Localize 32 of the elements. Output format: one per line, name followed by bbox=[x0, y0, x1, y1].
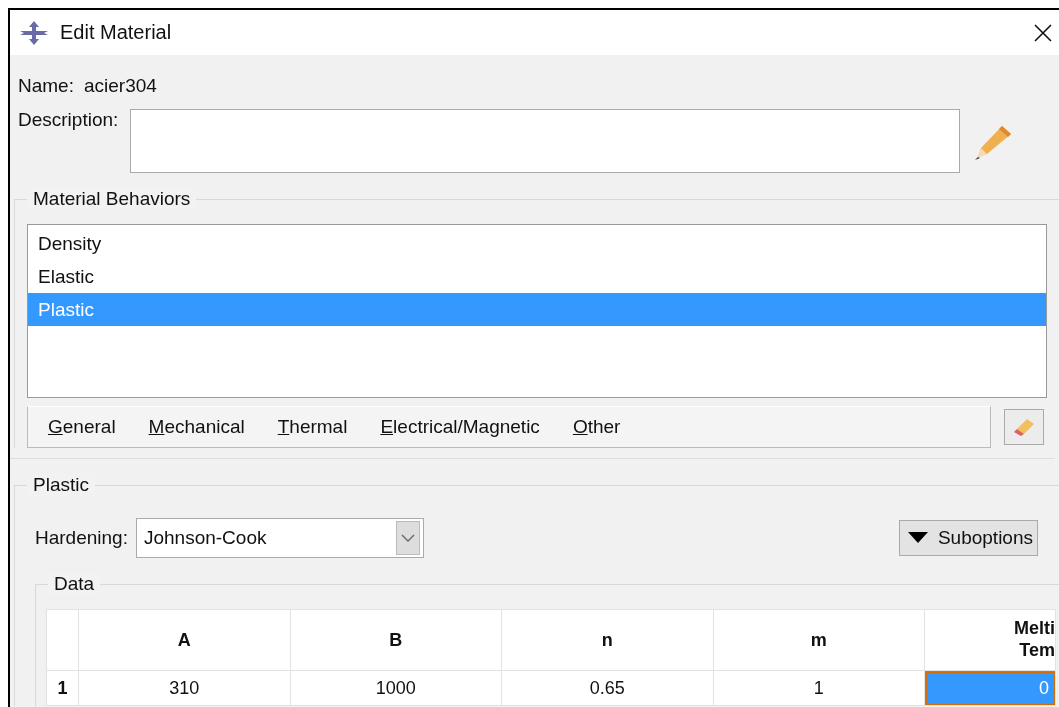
description-field[interactable] bbox=[130, 109, 961, 173]
close-icon[interactable] bbox=[1033, 22, 1053, 43]
chevron-down-icon bbox=[400, 534, 415, 542]
menu-item[interactable]: Electrical/Magnetic bbox=[380, 416, 540, 438]
app-icon bbox=[20, 20, 48, 45]
eraser-icon bbox=[1012, 417, 1036, 437]
name-label: Name: bbox=[18, 75, 74, 97]
column-header: A bbox=[78, 609, 290, 671]
table-cell[interactable]: 1 bbox=[713, 670, 925, 706]
hardening-dropdown[interactable]: Johnson-Cook bbox=[135, 518, 424, 558]
pencil-icon[interactable] bbox=[974, 125, 1013, 161]
name-value: acier304 bbox=[83, 75, 157, 97]
row-header: 1 bbox=[46, 670, 79, 706]
table-cell[interactable]: 0.65 bbox=[501, 670, 713, 706]
column-header: n bbox=[501, 609, 713, 671]
window-title: Edit Material bbox=[60, 21, 172, 44]
behavior-item[interactable]: Density bbox=[28, 227, 1046, 260]
table-cell[interactable]: 310 bbox=[78, 670, 290, 706]
suboptions-button[interactable]: Suboptions bbox=[898, 520, 1038, 556]
menu-item[interactable]: Other bbox=[572, 416, 621, 438]
menu-item[interactable]: General bbox=[48, 416, 116, 438]
menu-item[interactable]: Thermal bbox=[277, 416, 348, 438]
column-header: B bbox=[290, 609, 502, 671]
eraser-button[interactable] bbox=[1004, 409, 1044, 445]
description-label: Description: bbox=[18, 109, 119, 131]
behavior-item[interactable]: Elastic bbox=[28, 260, 1046, 293]
column-header: m bbox=[713, 609, 925, 671]
column-header: Melti Tem bbox=[924, 609, 1056, 671]
table-cell[interactable]: 1000 bbox=[290, 670, 502, 706]
triangle-down-icon bbox=[907, 532, 928, 544]
menu-item[interactable]: Mechanical bbox=[148, 416, 245, 438]
hardening-label: Hardening: bbox=[35, 527, 128, 549]
